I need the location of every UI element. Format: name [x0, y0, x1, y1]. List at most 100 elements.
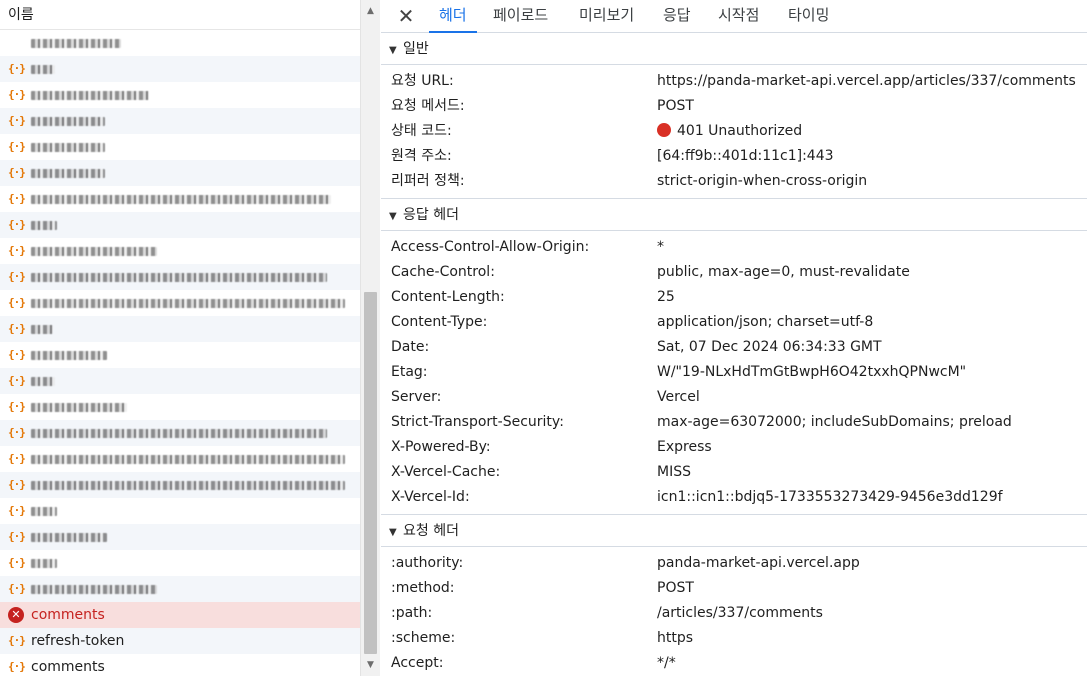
request-row[interactable]: {·}: [0, 368, 360, 394]
request-row[interactable]: {·}: [0, 264, 360, 290]
header-name: Content-Length:: [391, 289, 505, 305]
request-name: comments: [31, 607, 105, 623]
header-value-text: 25: [657, 289, 675, 305]
header-value-text: W/"19-NLxHdTmGtBwpH6O42txxhQPNwcM": [657, 364, 967, 380]
request-list-scrollbar[interactable]: ▲ ▼: [360, 0, 380, 676]
request-row[interactable]: {·}: [0, 108, 360, 134]
request-row[interactable]: {·}: [0, 576, 360, 602]
name-column-header[interactable]: 이름: [0, 0, 360, 30]
obscured-request-name: [31, 559, 57, 568]
header-row: X-Vercel-Id: icn1::icn1::bdjq5-1733553273…: [381, 485, 1087, 510]
header-value: https: [657, 626, 693, 651]
header-name: X-Powered-By:: [391, 439, 491, 455]
header-name: 상태 코드:: [391, 123, 452, 139]
fetch-xhr-icon: {·}: [8, 348, 26, 361]
header-row: 요청 URL: https://panda-market-api.vercel.a…: [381, 69, 1087, 94]
header-value: 25: [657, 285, 675, 310]
tab-0[interactable]: 헤더: [429, 0, 477, 33]
request-row[interactable]: {·}: [0, 82, 360, 108]
obscured-request-name: [31, 117, 105, 126]
tab-2[interactable]: 미리보기: [569, 0, 644, 33]
scroll-up-arrow-icon[interactable]: ▲: [361, 2, 380, 20]
header-value-text: panda-market-api.vercel.app: [657, 555, 860, 571]
request-row[interactable]: {·}: [0, 524, 360, 550]
headers-content: ▼ 일반 요청 URL: https://panda-market-api.verce…: [381, 33, 1087, 676]
header-value-text: POST: [657, 98, 694, 114]
header-row: Cache-Control: public, max-age=0, must-re…: [381, 260, 1087, 285]
header-value-text: 401 Unauthorized: [677, 123, 803, 139]
obscured-request-name: [31, 247, 157, 256]
header-row: :authority: panda-market-api.vercel.app: [381, 551, 1087, 576]
request-row[interactable]: {·}: [0, 316, 360, 342]
scrollbar-thumb[interactable]: [364, 292, 377, 654]
header-name: Server:: [391, 389, 442, 405]
header-row: Content-Length: 25: [381, 285, 1087, 310]
fetch-xhr-icon: {·}: [8, 452, 26, 465]
section-header[interactable]: ▼ 응답 헤더: [381, 199, 1087, 231]
header-value-text: Vercel: [657, 389, 700, 405]
fetch-xhr-icon: {·}: [8, 322, 26, 335]
request-row[interactable]: {·}: [0, 342, 360, 368]
tab-1[interactable]: 페이로드: [483, 0, 558, 33]
header-row: Strict-Transport-Security: max-age=630720…: [381, 410, 1087, 435]
collapse-triangle-icon[interactable]: ▼: [389, 201, 403, 233]
request-row[interactable]: {·}: [0, 186, 360, 212]
collapse-triangle-icon[interactable]: ▼: [389, 517, 403, 549]
header-value-text: /articles/337/comments: [657, 605, 823, 621]
header-name: Access-Control-Allow-Origin:: [391, 239, 590, 255]
header-row: :scheme: https: [381, 626, 1087, 651]
request-row[interactable]: {·}: [0, 238, 360, 264]
header-value-text: https://panda-market-api.vercel.app/arti…: [657, 73, 1076, 89]
header-name: Cache-Control:: [391, 264, 495, 280]
tab-3[interactable]: 응답: [653, 0, 701, 33]
request-row[interactable]: {·}: [0, 394, 360, 420]
section-body: 요청 URL: https://panda-market-api.vercel.a…: [381, 65, 1087, 199]
header-row: Etag: W/"19-NLxHdTmGtBwpH6O42txxhQPNwcM": [381, 360, 1087, 385]
section-title: 일반: [403, 41, 429, 57]
header-value: [64:ff9b::401d:11c1]:443: [657, 144, 834, 169]
request-row[interactable]: {·}: [0, 56, 360, 82]
header-name: Strict-Transport-Security:: [391, 414, 564, 430]
request-row[interactable]: {·}: [0, 472, 360, 498]
request-row[interactable]: {·}: [0, 446, 360, 472]
request-row[interactable]: ✕ comments: [0, 602, 360, 628]
fetch-xhr-icon: {·}: [8, 114, 26, 127]
tab-5[interactable]: 타이밍: [778, 0, 839, 33]
fetch-xhr-icon: {·}: [8, 660, 26, 673]
header-row: 상태 코드: 401 Unauthorized: [381, 119, 1087, 144]
request-row[interactable]: {·}: [0, 160, 360, 186]
section-header[interactable]: ▼ 요청 헤더: [381, 515, 1087, 547]
header-value: MISS: [657, 460, 691, 485]
obscured-request-name: [31, 273, 327, 282]
request-row[interactable]: {·}: [0, 212, 360, 238]
header-name: X-Vercel-Id:: [391, 489, 470, 505]
header-value: application/json; charset=utf-8: [657, 310, 873, 335]
request-row[interactable]: [0, 30, 360, 56]
header-row: X-Vercel-Cache: MISS: [381, 460, 1087, 485]
collapse-triangle-icon[interactable]: ▼: [389, 35, 403, 67]
header-value-text: *: [657, 239, 664, 255]
close-icon[interactable]: ✕: [395, 5, 417, 27]
fetch-xhr-icon: {·}: [8, 166, 26, 179]
request-row[interactable]: {·}: [0, 550, 360, 576]
header-value-text: MISS: [657, 464, 691, 480]
header-value-text: strict-origin-when-cross-origin: [657, 173, 868, 189]
status-error-dot-icon: [657, 123, 671, 137]
scroll-down-arrow-icon[interactable]: ▼: [361, 656, 380, 674]
request-row[interactable]: {·}: [0, 134, 360, 160]
header-name: Date:: [391, 339, 430, 355]
header-name: Accept:: [391, 655, 444, 671]
header-value: max-age=63072000; includeSubDomains; pre…: [657, 410, 1012, 435]
request-row[interactable]: {·} refresh-token: [0, 628, 360, 654]
obscured-request-name: [31, 143, 105, 152]
header-name: :scheme:: [391, 630, 456, 646]
request-row[interactable]: {·}: [0, 498, 360, 524]
request-row[interactable]: {·}: [0, 420, 360, 446]
header-value-text: */*: [657, 655, 676, 671]
section-header[interactable]: ▼ 일반: [381, 33, 1087, 65]
tab-4[interactable]: 시작점: [708, 0, 769, 33]
section-body: :authority: panda-market-api.vercel.app:m…: [381, 547, 1087, 676]
request-row[interactable]: {·} comments: [0, 654, 360, 676]
request-row[interactable]: {·}: [0, 290, 360, 316]
header-value: icn1::icn1::bdjq5-1733553273429-9456e3dd…: [657, 485, 1003, 510]
